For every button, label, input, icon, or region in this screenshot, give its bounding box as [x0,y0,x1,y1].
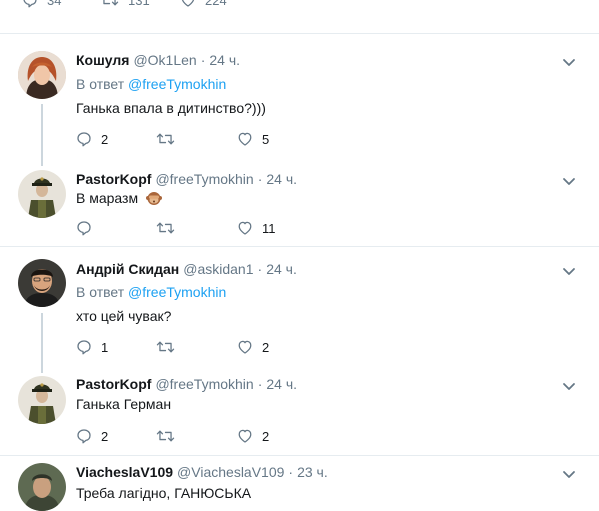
user-name[interactable]: PastorKopf [76,376,151,392]
retweet-count: 131 [128,0,150,8]
reply-button[interactable]: 1 [76,339,108,355]
tweet-text: Треба лагідно, ГАНЮСЬКА [76,485,252,501]
tweet-actions: 2 5 [76,131,376,151]
previous-tweet-actions: 34 131 224 [0,0,599,10]
user-handle[interactable]: @freeTymokhin [155,376,253,392]
tweet-actions: 11 [76,220,376,240]
tweet-text-row: В маразм [76,190,162,209]
like-count: 2 [262,428,270,444]
reply-button[interactable]: 2 [76,131,108,147]
retweet-button[interactable] [156,220,184,236]
tweet-header: Кошуля @Ok1Len · 24 ч. [76,52,240,68]
user-name[interactable]: PastorKopf [76,171,151,187]
chevron-down-icon[interactable] [561,378,577,394]
user-name[interactable]: Андрій Скидан [76,261,179,277]
like-button[interactable]: 11 [237,220,276,236]
like-count: 11 [262,220,276,236]
timestamp[interactable]: 24 ч. [266,261,297,277]
timestamp[interactable]: 24 ч. [266,376,297,392]
avatar[interactable] [18,51,66,99]
reply-to-link[interactable]: @freeTymokhin [128,76,226,92]
like-button[interactable]: 224 [180,0,227,8]
tweet-text: Ганька впала в дитинство?))) [76,100,266,116]
tweet-header: ViacheslaV109 @ViacheslaV109 · 23 ч. [76,464,328,480]
retweet-icon [156,428,175,444]
chevron-down-icon[interactable] [561,173,577,189]
like-button[interactable]: 5 [237,131,269,147]
user-handle[interactable]: @freeTymokhin [155,171,253,187]
tweet-text: хто цей чувак? [76,308,172,324]
tweet-actions: 1 2 [76,339,376,359]
reply-button[interactable]: 2 [76,428,108,444]
divider [0,455,599,456]
separator-dot: · [288,464,294,480]
timestamp[interactable]: 24 ч. [266,171,297,187]
separator-dot: · [257,376,263,392]
reply-button[interactable]: 34 [22,0,61,8]
separator-dot: · [200,52,206,68]
user-handle[interactable]: @Ok1Len [133,52,196,68]
retweet-button[interactable]: 131 [100,0,150,8]
retweet-icon [156,339,175,355]
like-icon [237,428,253,444]
like-icon [237,131,253,147]
like-button[interactable]: 2 [237,339,269,355]
reply-button[interactable] [76,220,101,236]
reply-count: 2 [101,428,109,444]
tweet-text: Ганька Герман [76,396,172,412]
retweet-button[interactable] [156,131,184,147]
reply-icon [76,220,92,236]
reply-icon [22,0,38,8]
reply-icon [76,339,92,355]
user-name[interactable]: Кошуля [76,52,129,68]
chevron-down-icon[interactable] [561,466,577,482]
like-icon [237,339,253,355]
reply-context: В ответ @freeTymokhin [76,76,226,92]
reply-prefix: В ответ [76,76,125,92]
chevron-down-icon[interactable] [561,54,577,70]
reply-context: В ответ @freeTymokhin [76,284,226,300]
like-count: 224 [205,0,227,8]
reply-icon [76,131,92,147]
like-count: 2 [262,339,270,355]
retweet-icon [156,220,175,236]
reply-icon [76,428,92,444]
like-icon [180,0,196,8]
reply-count: 1 [101,339,109,355]
timestamp[interactable]: 24 ч. [209,52,240,68]
tweet-header: Андрій Скидан @askidan1 · 24 ч. [76,261,297,277]
retweet-button[interactable] [156,428,184,444]
separator-dot: · [257,171,263,187]
user-handle[interactable]: @askidan1 [183,261,253,277]
retweet-button[interactable] [156,339,184,355]
user-handle[interactable]: @ViacheslaV109 [177,464,284,480]
tweet-actions: 2 2 [76,428,376,448]
see-no-evil-monkey-icon [146,190,162,209]
thread-line [41,313,43,373]
thread-line [41,104,43,166]
avatar[interactable] [18,170,66,218]
reply-count: 34 [47,0,62,8]
like-count: 5 [262,131,270,147]
divider [0,33,599,34]
reply-prefix: В ответ [76,284,125,300]
tweet-header: PastorKopf @freeTymokhin · 24 ч. [76,376,297,392]
divider [0,246,599,247]
timestamp[interactable]: 23 ч. [297,464,328,480]
avatar[interactable] [18,259,66,307]
reply-count: 2 [101,131,109,147]
tweet-header: PastorKopf @freeTymokhin · 24 ч. [76,171,297,187]
chevron-down-icon[interactable] [561,263,577,279]
like-button[interactable]: 2 [237,428,269,444]
tweet-text: В маразм [76,190,139,206]
user-name[interactable]: ViacheslaV109 [76,464,173,480]
avatar[interactable] [18,376,66,424]
retweet-icon [156,131,175,147]
reply-to-link[interactable]: @freeTymokhin [128,284,226,300]
separator-dot: · [257,261,263,277]
retweet-icon [100,0,119,8]
avatar[interactable] [18,463,66,511]
like-icon [237,220,253,236]
